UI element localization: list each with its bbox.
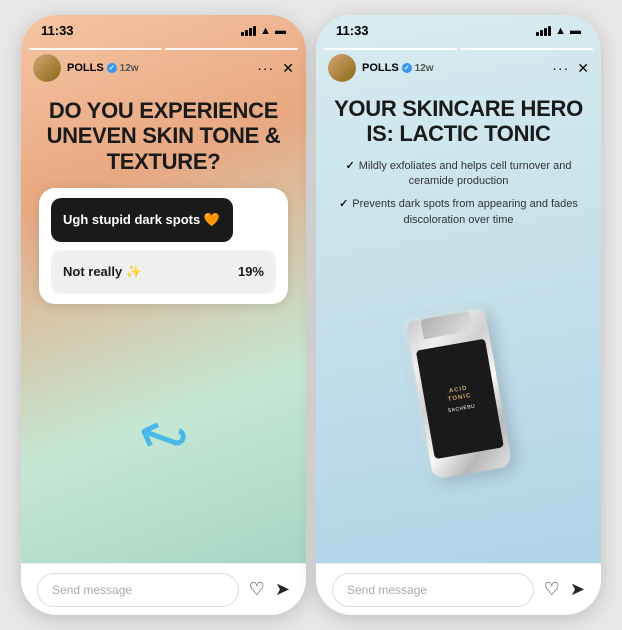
- left-status-icons: ▲ ▬: [241, 25, 286, 37]
- right-status-bar: 11:33 ▲ ▬: [316, 15, 601, 42]
- poll-pct-2: 19%: [238, 264, 264, 279]
- right-avatar: [328, 54, 356, 82]
- right-story-header: POLLS ✓ 12w ··· ✕: [316, 50, 601, 88]
- right-bottom-bar: Send message ♡ ➤: [316, 563, 601, 615]
- right-heart-icon[interactable]: ♡: [544, 579, 560, 600]
- left-story-content: 11:33 ▲ ▬ POLLS: [21, 15, 306, 563]
- right-account-name: POLLS ✓ 12w: [362, 62, 546, 74]
- left-message-input[interactable]: Send message: [37, 573, 239, 607]
- right-story-content: 11:33 ▲ ▬ POLLS: [316, 15, 601, 563]
- poll-option-1[interactable]: Ugh stupid dark spots 🧡 81%: [51, 198, 276, 242]
- left-account-name: POLLS ✓ 12w: [67, 62, 251, 74]
- question-title: DO YOU EXPERIENCE UNEVEN SKIN TONE & TEX…: [21, 88, 306, 188]
- left-heart-icon[interactable]: ♡: [249, 579, 265, 600]
- product-name: ACIDTONIC: [445, 383, 471, 404]
- more-options-icon[interactable]: ···: [257, 60, 274, 76]
- poll-pct-1: 81%: [238, 212, 264, 227]
- left-bottom-bar: Send message ♡ ➤: [21, 563, 306, 615]
- left-story-info: POLLS ✓ 12w: [67, 62, 251, 74]
- right-status-icons: ▲ ▬: [536, 25, 581, 37]
- verified-badge: ✓: [107, 63, 117, 73]
- product-label: ACIDTONIC SACHEBU: [415, 338, 503, 458]
- signal-icon: [241, 26, 256, 36]
- right-close-icon[interactable]: ✕: [577, 60, 589, 77]
- right-story-age: 12w: [415, 63, 434, 74]
- right-verified-badge: ✓: [402, 63, 412, 73]
- benefit-item-1: Mildly exfoliates and helps cell turnove…: [336, 159, 581, 190]
- blue-arrow-icon: ↩: [128, 396, 199, 479]
- right-signal-icon: [536, 26, 551, 36]
- right-story-actions: ··· ✕: [552, 60, 589, 77]
- poll-label-2: Not really ✨: [63, 264, 142, 280]
- left-story-age: 12w: [120, 63, 139, 74]
- battery-icon: ▬: [275, 25, 286, 37]
- arrow-area: ↩: [21, 304, 306, 563]
- left-story-header: POLLS ✓ 12w ··· ✕: [21, 50, 306, 88]
- right-story-info: POLLS ✓ 12w: [362, 62, 546, 74]
- brand-name: SACHEBU: [447, 403, 475, 414]
- right-wifi-icon: ▲: [555, 25, 566, 37]
- left-time: 11:33: [41, 23, 74, 38]
- right-battery-icon: ▬: [570, 25, 581, 37]
- left-avatar: [33, 54, 61, 82]
- hero-title: YOUR SKINCARE HERO IS: LACTIC TONIC: [316, 88, 601, 159]
- right-time: 11:33: [336, 23, 369, 38]
- right-progress-bars: [316, 42, 601, 50]
- right-more-options-icon[interactable]: ···: [552, 60, 569, 76]
- benefit-item-2: Prevents dark spots from appearing and f…: [336, 197, 581, 228]
- left-send-icon[interactable]: ➤: [275, 579, 290, 600]
- benefits-section: Mildly exfoliates and helps cell turnove…: [316, 159, 601, 245]
- right-message-input[interactable]: Send message: [332, 573, 534, 607]
- wifi-icon: ▲: [260, 25, 271, 37]
- left-status-bar: 11:33 ▲ ▬: [21, 15, 306, 42]
- product-area: ACIDTONIC SACHEBU: [316, 244, 601, 563]
- product-bottle: ACIDTONIC SACHEBU: [405, 308, 512, 479]
- poll-label-1: Ugh stupid dark spots 🧡: [63, 212, 220, 228]
- left-phone: 11:33 ▲ ▬ POLLS: [21, 15, 306, 615]
- poll-option-2[interactable]: Not really ✨ 19%: [51, 250, 276, 294]
- right-send-icon[interactable]: ➤: [570, 579, 585, 600]
- progress-bars: [21, 42, 306, 50]
- right-phone: 11:33 ▲ ▬ POLLS: [316, 15, 601, 615]
- poll-card: Ugh stupid dark spots 🧡 81% Not really ✨…: [39, 188, 288, 304]
- left-story-actions: ··· ✕: [257, 60, 294, 77]
- close-icon[interactable]: ✕: [282, 60, 294, 77]
